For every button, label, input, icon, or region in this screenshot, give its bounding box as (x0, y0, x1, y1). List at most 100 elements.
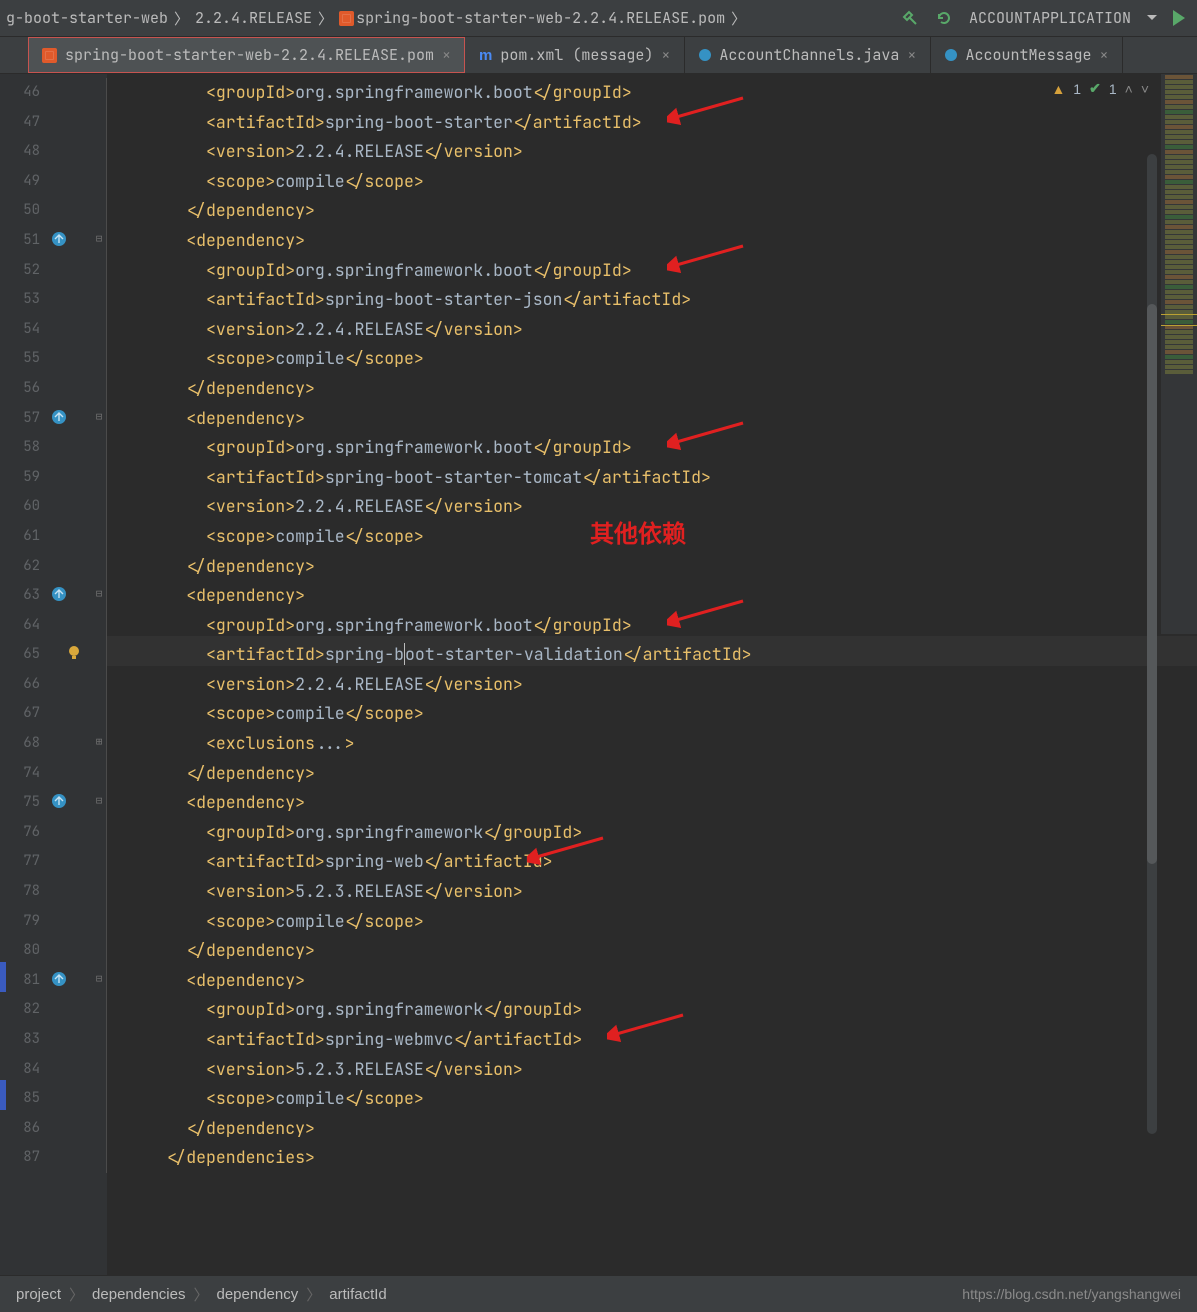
close-icon[interactable]: × (442, 45, 451, 65)
reload-icon[interactable] (935, 9, 953, 27)
inspection-widget[interactable]: ▲ 1 ✔ 1 ˄ ˅ (1051, 80, 1149, 97)
line-number: 51 (0, 226, 48, 256)
line-number: 54 (0, 315, 48, 345)
code-line[interactable]: <dependency> (107, 581, 1197, 611)
line-number: 74 (0, 759, 48, 789)
scrollbar-thumb[interactable] (1147, 304, 1157, 864)
close-icon[interactable]: × (1099, 45, 1108, 65)
build-icon[interactable] (901, 9, 919, 27)
run-configuration[interactable]: ACCOUNTAPPLICATION (969, 8, 1131, 28)
vertical-scrollbar[interactable] (1147, 154, 1157, 1134)
code-line[interactable]: <version>5.2.3.RELEASE</version> (107, 877, 1197, 907)
code-line[interactable]: <artifactId>spring-webmvc</artifactId> (107, 1025, 1197, 1055)
code-line[interactable]: </dependency> (107, 759, 1197, 789)
code-line[interactable]: <exclusions...> (107, 729, 1197, 759)
fold-collapse-icon[interactable]: ⊟ (94, 587, 104, 601)
code-line[interactable]: <groupId>org.springframework</groupId> (107, 818, 1197, 848)
dependency-gutter-icon[interactable] (50, 970, 70, 990)
code-line[interactable]: <scope>compile</scope> (107, 167, 1197, 197)
line-number: 76 (0, 818, 48, 848)
code-line[interactable]: <dependency> (107, 788, 1197, 818)
crumb-item[interactable]: spring-boot-starter-web-2.2.4.RELEASE.po… (356, 8, 725, 28)
fold-collapse-icon[interactable]: ⊟ (94, 410, 104, 424)
line-number: 57 (0, 404, 48, 434)
chevron-right-icon: 〉 (174, 8, 189, 29)
dependency-gutter-icon[interactable] (50, 585, 70, 605)
intention-bulb-icon[interactable] (66, 644, 86, 664)
line-number: 85 (0, 1084, 48, 1114)
code-line[interactable]: </dependency> (107, 1114, 1197, 1144)
crumb[interactable]: dependencies (92, 1286, 185, 1303)
fold-collapse-icon[interactable]: ⊟ (94, 794, 104, 808)
chevron-right-icon: 〉 (731, 8, 746, 29)
line-number: 84 (0, 1055, 48, 1085)
code-line[interactable]: <groupId>org.springframework</groupId> (107, 995, 1197, 1025)
code-line[interactable]: <version>2.2.4.RELEASE</version> (107, 315, 1197, 345)
fold-collapse-icon[interactable]: ⊟ (94, 232, 104, 246)
minimap[interactable] (1160, 74, 1197, 634)
close-icon[interactable]: × (907, 45, 916, 65)
crumb[interactable]: project (16, 1286, 61, 1303)
editor-tab[interactable]: AccountChannels.java × (685, 37, 931, 73)
path-breadcrumb[interactable]: g-boot-starter-web 〉 2.2.4.RELEASE 〉 spr… (6, 8, 750, 29)
line-number: 87 (0, 1143, 48, 1173)
editor[interactable]: 4647484950515253545556575859606162636465… (0, 74, 1197, 1275)
code-line[interactable]: <version>5.2.3.RELEASE</version> (107, 1055, 1197, 1085)
code-line[interactable]: <scope>compile</scope> (107, 699, 1197, 729)
line-number: 79 (0, 907, 48, 937)
crumb[interactable]: artifactId (329, 1286, 387, 1303)
code-line[interactable]: <scope>compile</scope> (107, 1084, 1197, 1114)
code-line[interactable]: <groupId>org.springframework.boot</group… (107, 433, 1197, 463)
line-number: 61 (0, 522, 48, 552)
line-number: 81 (0, 966, 48, 996)
code-line[interactable]: <artifactId>spring-boot-starter</artifac… (107, 108, 1197, 138)
code-line[interactable]: <scope>compile</scope> (107, 907, 1197, 937)
code-line[interactable]: <dependency> (107, 226, 1197, 256)
change-marker (0, 962, 6, 992)
line-number: 77 (0, 847, 48, 877)
line-number: 62 (0, 552, 48, 582)
dependency-gutter-icon[interactable] (50, 230, 70, 250)
close-icon[interactable]: × (661, 45, 670, 65)
structure-breadcrumb: project〉 dependencies〉 dependency〉 artif… (0, 1275, 1197, 1312)
code-line[interactable]: </dependency> (107, 552, 1197, 582)
code-area[interactable]: <groupId>org.springframework.boot</group… (107, 74, 1197, 1275)
line-number: 47 (0, 108, 48, 138)
code-line[interactable]: <artifactId>spring-boot-starter-json</ar… (107, 285, 1197, 315)
code-line[interactable]: <dependency> (107, 966, 1197, 996)
code-line[interactable]: <version>2.2.4.RELEASE</version> (107, 670, 1197, 700)
dependency-gutter-icon[interactable] (50, 792, 70, 812)
editor-tab[interactable]: mpom.xml (message)× (465, 37, 685, 73)
next-highlight-icon[interactable]: ˅ (1141, 81, 1149, 97)
code-line[interactable]: </dependencies> (107, 1143, 1197, 1173)
tab-label: AccountChannels.java (719, 45, 899, 65)
prev-highlight-icon[interactable]: ˄ (1125, 81, 1133, 97)
dropdown-arrow-icon[interactable] (1147, 15, 1157, 25)
code-line[interactable]: <artifactId>spring-boot-starter-tomcat</… (107, 463, 1197, 493)
code-line[interactable]: <groupId>org.springframework.boot</group… (107, 256, 1197, 286)
line-number: 49 (0, 167, 48, 197)
code-line[interactable]: <version>2.2.4.RELEASE</version> (107, 137, 1197, 167)
code-line[interactable]: <scope>compile</scope> (107, 344, 1197, 374)
line-number: 65 (0, 640, 48, 670)
warning-count: 1 (1073, 81, 1081, 97)
ok-icon: ✔ (1089, 80, 1101, 97)
crumb-item[interactable]: g-boot-starter-web (6, 8, 168, 28)
code-line[interactable]: </dependency> (107, 936, 1197, 966)
code-line[interactable]: </dependency> (107, 374, 1197, 404)
tab-label: pom.xml (message) (500, 45, 653, 65)
code-line[interactable]: <artifactId>spring-boot-starter-validati… (107, 640, 1197, 670)
dependency-gutter-icon[interactable] (50, 408, 70, 428)
run-icon[interactable] (1173, 10, 1185, 26)
fold-expand-icon[interactable]: ⊞ (94, 735, 104, 749)
crumb[interactable]: dependency (216, 1286, 298, 1303)
code-line[interactable]: <artifactId>spring-web</artifactId> (107, 847, 1197, 877)
code-line[interactable]: <groupId>org.springframework.boot</group… (107, 78, 1197, 108)
fold-collapse-icon[interactable]: ⊟ (94, 972, 104, 986)
editor-tab[interactable]: spring-boot-starter-web-2.2.4.RELEASE.po… (28, 37, 465, 73)
code-line[interactable]: </dependency> (107, 196, 1197, 226)
tab-label: AccountMessage (965, 45, 1091, 65)
crumb-item[interactable]: 2.2.4.RELEASE (195, 8, 312, 28)
code-line[interactable]: <dependency> (107, 404, 1197, 434)
editor-tab[interactable]: AccountMessage × (931, 37, 1123, 73)
